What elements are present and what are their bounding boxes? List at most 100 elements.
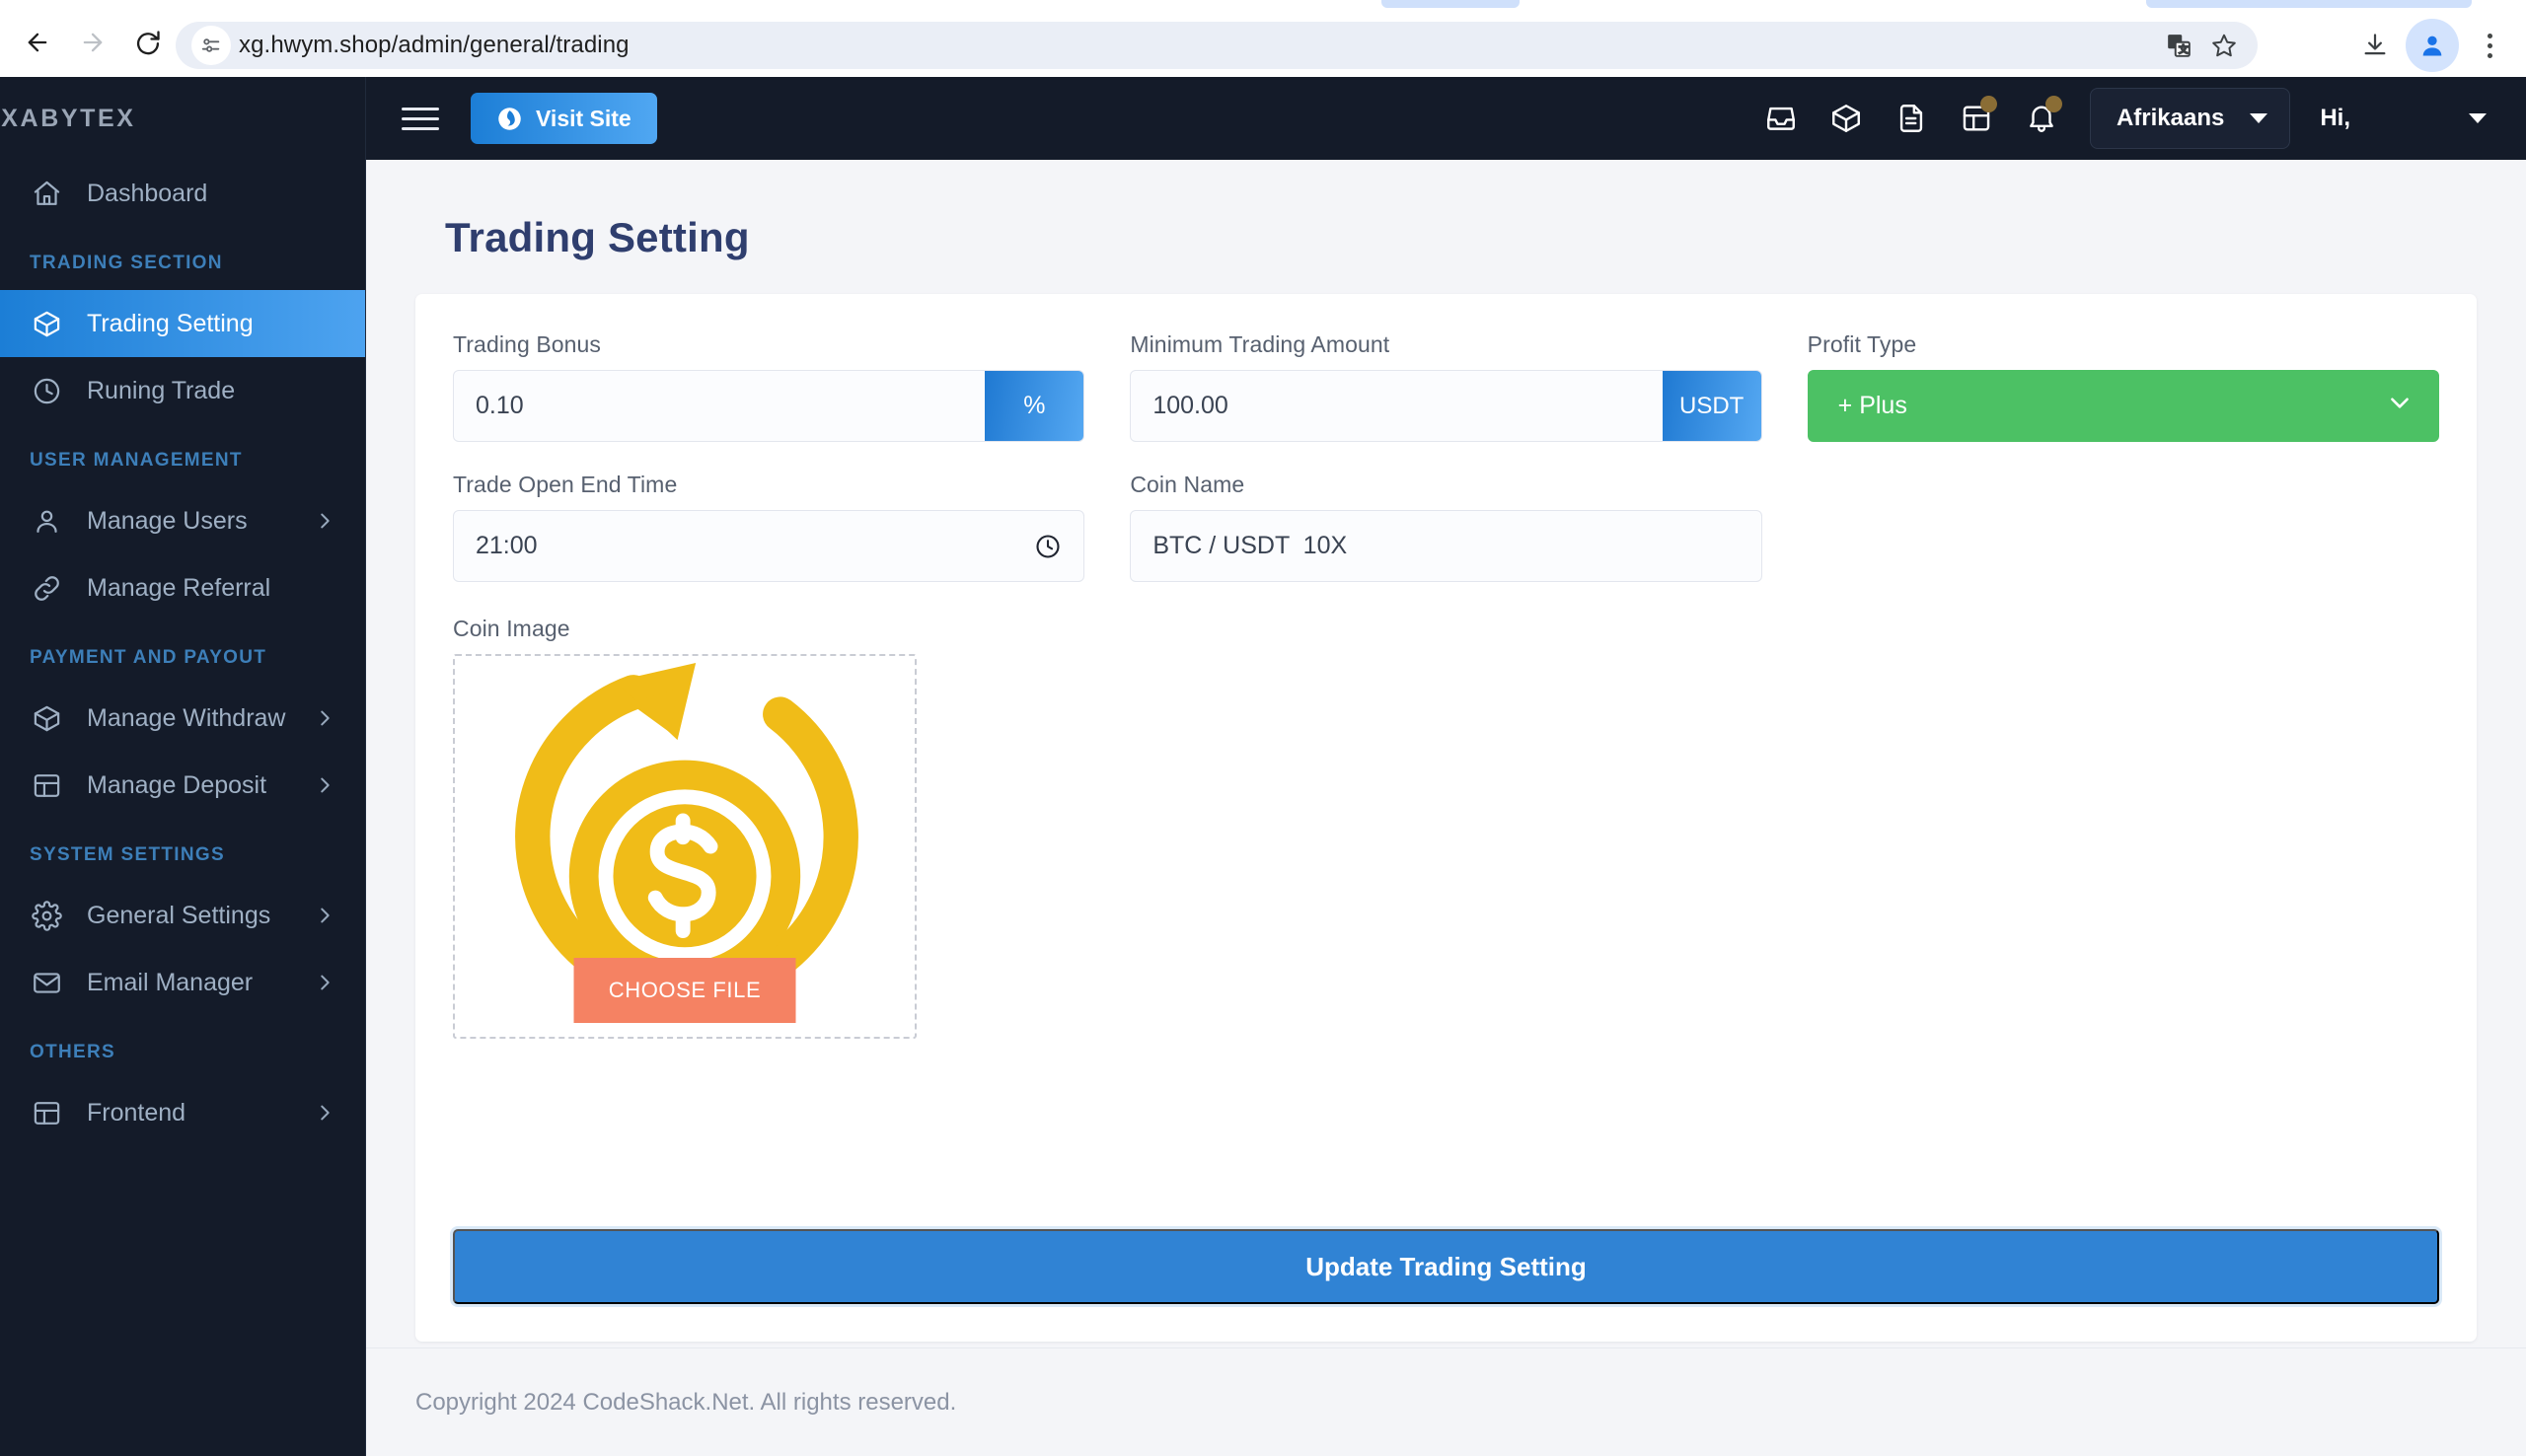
sidebar-item-manage-users[interactable]: Manage Users <box>0 487 365 554</box>
profit-type-select[interactable]: + Plus <box>1808 370 2439 442</box>
sidebar-section-user-management: USER MANAGEMENT <box>0 424 365 487</box>
visit-site-label: Visit Site <box>536 106 632 132</box>
profile-avatar[interactable] <box>2406 19 2459 72</box>
coin-image-dropzone[interactable]: CHOOSE FILE <box>453 654 917 1039</box>
svg-text:文: 文 <box>2179 43 2189 56</box>
trade-open-end-time-input-group[interactable] <box>453 510 1084 582</box>
trading-setting-form: Trading Bonus % Minimum Trading Amount U… <box>453 331 2439 1039</box>
minimum-trading-amount-input[interactable] <box>1131 371 1662 441</box>
chevron-right-icon <box>314 510 335 532</box>
visit-site-button[interactable]: Visit Site <box>471 93 657 144</box>
user-menu[interactable]: Hi, <box>2320 105 2492 132</box>
chevron-right-icon <box>314 774 335 796</box>
sidebar-item-general-settings[interactable]: General Settings <box>0 882 365 949</box>
admin-app: EXABYTEX Dashboard TRADING SECTION Tradi… <box>0 77 2526 1456</box>
table-icon <box>30 768 63 802</box>
sidebar-item-label: Manage Withdraw <box>87 704 314 733</box>
field-trading-bonus: Trading Bonus % <box>453 331 1084 442</box>
profit-type-value: + Plus <box>1838 392 1907 420</box>
chevron-right-icon <box>314 972 335 993</box>
sidebar-item-label: Manage Deposit <box>87 771 314 800</box>
sidebar-item-label: Manage Users <box>87 507 314 536</box>
sidebar-item-manage-deposit[interactable]: Manage Deposit <box>0 752 365 819</box>
document-icon[interactable] <box>1879 86 1944 151</box>
browser-toolbar: xg.hwym.shop/admin/general/trading G 文 <box>0 8 2526 77</box>
clock-icon[interactable] <box>1034 533 1062 560</box>
brand-text: EXABYTEX <box>0 105 136 133</box>
sidebar-item-trading-setting[interactable]: Trading Setting <box>0 290 365 357</box>
table-badge <box>1980 96 1997 112</box>
sidebar: EXABYTEX Dashboard TRADING SECTION Tradi… <box>0 77 366 1456</box>
url-text: xg.hwym.shop/admin/general/trading <box>239 32 630 59</box>
brand-logo[interactable]: EXABYTEX <box>0 77 365 160</box>
sidebar-item-runing-trade[interactable]: Runing Trade <box>0 357 365 424</box>
usdt-addon: USDT <box>1663 371 1761 441</box>
gear-icon <box>30 899 63 932</box>
trading-bonus-input[interactable] <box>454 371 985 441</box>
main-content: Trading Setting Trading Bonus % Minimum … <box>366 160 2526 1456</box>
sidebar-item-manage-withdraw[interactable]: Manage Withdraw <box>0 685 365 752</box>
bookmark-star-icon[interactable] <box>2204 26 2244 65</box>
coin-name-input-group[interactable] <box>1130 510 1761 582</box>
back-button[interactable] <box>10 15 65 70</box>
globe-icon <box>496 106 523 132</box>
sidebar-item-manage-referral[interactable]: Manage Referral <box>0 554 365 621</box>
reload-button[interactable] <box>120 15 176 70</box>
sidebar-item-label: Trading Setting <box>87 310 335 338</box>
greeting-label: Hi, <box>2320 105 2350 132</box>
minimum-trading-amount-label: Minimum Trading Amount <box>1130 331 1761 358</box>
sidebar-item-label: Runing Trade <box>87 377 335 405</box>
package-icon[interactable] <box>1814 86 1879 151</box>
chevron-down-icon <box>2387 390 2413 422</box>
menu-toggle-icon[interactable] <box>402 97 445 140</box>
choose-file-label: CHOOSE FILE <box>609 978 762 1003</box>
copyright-text: Copyright 2024 CodeShack.Net. All rights… <box>366 1389 956 1417</box>
profit-type-label: Profit Type <box>1808 331 2439 358</box>
downloads-icon[interactable] <box>2348 19 2402 72</box>
update-trading-setting-button[interactable]: Update Trading Setting <box>453 1229 2439 1304</box>
choose-file-button[interactable]: CHOOSE FILE <box>574 958 796 1023</box>
bell-icon[interactable] <box>2009 86 2074 151</box>
box-icon <box>30 701 63 735</box>
user-icon <box>30 504 63 538</box>
mail-icon <box>30 966 63 999</box>
trading-setting-card: Trading Bonus % Minimum Trading Amount U… <box>415 294 2477 1342</box>
tab-sliver-1[interactable] <box>1381 0 1520 8</box>
field-spacer <box>1808 472 2439 582</box>
sidebar-item-dashboard[interactable]: Dashboard <box>0 160 365 227</box>
forward-button[interactable] <box>65 15 120 70</box>
address-bar[interactable]: xg.hwym.shop/admin/general/trading G 文 <box>176 22 2258 69</box>
inbox-icon[interactable] <box>1748 86 1814 151</box>
tab-sliver-2[interactable] <box>2146 0 2472 8</box>
coin-image-label: Coin Image <box>453 616 2439 642</box>
coin-name-input[interactable] <box>1131 511 1760 581</box>
translate-icon[interactable]: G 文 <box>2159 26 2198 65</box>
sidebar-item-email-manager[interactable]: Email Manager <box>0 949 365 1016</box>
clock-icon <box>30 374 63 407</box>
footer: Copyright 2024 CodeShack.Net. All rights… <box>366 1347 2526 1456</box>
field-minimum-trading-amount: Minimum Trading Amount USDT <box>1130 331 1761 442</box>
chrome-menu-icon[interactable] <box>2463 19 2516 72</box>
trade-open-end-time-input[interactable] <box>454 511 1083 581</box>
sidebar-section-trading: TRADING SECTION <box>0 227 365 290</box>
table-icon[interactable] <box>1944 86 2009 151</box>
layout-icon <box>30 1096 63 1129</box>
sidebar-section-others: OTHERS <box>0 1016 365 1079</box>
form-row-2: Trade Open End Time Coin Name <box>453 472 2439 582</box>
language-label: Afrikaans <box>2117 105 2224 132</box>
box-icon <box>30 307 63 340</box>
chevron-right-icon <box>314 707 335 729</box>
chevron-down-icon <box>2250 113 2267 123</box>
topbar-actions: Afrikaans Hi, <box>1748 86 2492 151</box>
trading-bonus-input-group[interactable]: % <box>453 370 1084 442</box>
minimum-trading-amount-input-group[interactable]: USDT <box>1130 370 1761 442</box>
site-info-icon[interactable] <box>191 26 231 65</box>
tab-strip <box>0 0 2526 8</box>
language-selector[interactable]: Afrikaans <box>2090 88 2290 149</box>
field-coin-image: Coin Image <box>453 616 2439 1039</box>
sidebar-item-frontend[interactable]: Frontend <box>0 1079 365 1146</box>
browser-chrome: xg.hwym.shop/admin/general/trading G 文 <box>0 0 2526 77</box>
sidebar-item-label: Manage Referral <box>87 574 335 603</box>
chevron-right-icon <box>314 905 335 926</box>
sidebar-item-label: Email Manager <box>87 969 314 997</box>
